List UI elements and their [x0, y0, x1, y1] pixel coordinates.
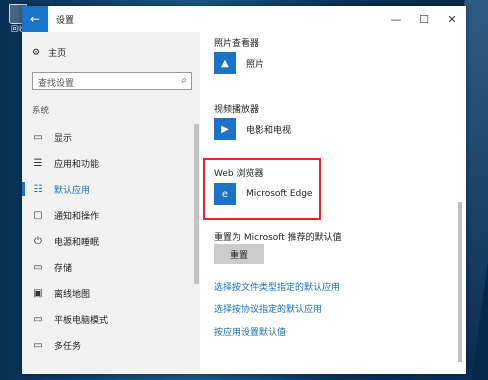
- sidebar-item-label: 平板电脑模式: [54, 315, 109, 326]
- list-icon: ☰: [33, 157, 43, 169]
- app-name: Microsoft Edge: [246, 189, 313, 199]
- sidebar-item-power-sleep[interactable]: ⏻ 电源和睡眠: [22, 228, 194, 254]
- app-name: 电影和电视: [246, 125, 292, 136]
- reset-button[interactable]: 重置: [214, 244, 264, 264]
- link-default-by-file-type[interactable]: 选择按文件类型指定的默认应用: [214, 280, 340, 293]
- arrow-left-icon: ←: [29, 12, 41, 26]
- sidebar-item-display[interactable]: ▭ 显示: [22, 124, 194, 150]
- maximize-button[interactable]: ☐: [410, 6, 438, 32]
- movies-tv-icon: ▶: [214, 118, 236, 140]
- map-icon: ▣: [33, 287, 43, 299]
- photo-viewer-app[interactable]: ▲ 照片: [214, 52, 264, 74]
- multitask-icon: ▭: [33, 339, 43, 351]
- close-button[interactable]: ✕: [438, 6, 466, 32]
- sidebar-item-label: 电源和睡眠: [54, 237, 100, 248]
- search-placeholder: 查找设置: [38, 79, 75, 89]
- video-player-app[interactable]: ▶ 电影和电视: [214, 118, 291, 140]
- search-input[interactable]: 查找设置 ⌕: [32, 72, 192, 90]
- sidebar-item-label: 显示: [54, 133, 73, 144]
- sidebar-item-label: 通知和操作: [54, 211, 100, 222]
- back-button[interactable]: ←: [22, 6, 48, 32]
- default-apps-icon: ☷: [33, 183, 43, 195]
- notification-icon: ▢: [33, 209, 43, 221]
- web-browser-app[interactable]: e Microsoft Edge: [214, 183, 312, 205]
- monitor-icon: ▭: [33, 131, 43, 143]
- sidebar-item-storage[interactable]: ▭ 存储: [22, 254, 194, 280]
- sidebar-item-label: 应用和功能: [54, 159, 100, 170]
- sidebar-item-tablet-mode[interactable]: ▭ 平板电脑模式: [22, 306, 194, 332]
- sidebar-item-label: 存储: [54, 263, 73, 274]
- sidebar-item-apps-features[interactable]: ☰ 应用和功能: [22, 150, 194, 176]
- section-heading: 系统: [32, 106, 50, 116]
- title-bar[interactable]: ← 设置 — ☐ ✕: [22, 6, 466, 32]
- maximize-icon: ☐: [419, 12, 429, 26]
- sidebar-item-notifications[interactable]: ▢ 通知和操作: [22, 202, 194, 228]
- power-icon: ⏻: [34, 235, 42, 247]
- window-title: 设置: [56, 16, 75, 26]
- app-name: 照片: [246, 59, 265, 70]
- minimize-icon: —: [390, 12, 402, 26]
- reset-heading: 重置为 Microsoft 推荐的默认值: [214, 233, 342, 243]
- video-player-heading: 视频播放器: [214, 105, 260, 115]
- sidebar-item-offline-maps[interactable]: ▣ 离线地图: [22, 280, 194, 306]
- sidebar-item-home[interactable]: ⚙ 主页: [32, 46, 67, 60]
- close-icon: ✕: [447, 12, 457, 26]
- gear-icon: ⚙: [32, 47, 41, 58]
- settings-window: ← 设置 — ☐ ✕ ⚙ 主页 查找设置 ⌕ 系统 ▭ 显示 ☰ 应用和功能 ☷…: [22, 6, 466, 374]
- sidebar: ⚙ 主页 查找设置 ⌕ 系统 ▭ 显示 ☰ 应用和功能 ☷ 默认应用 ▢ 通知和…: [22, 32, 200, 374]
- sidebar-item-multitasking[interactable]: ▭ 多任务: [22, 332, 194, 358]
- search-icon[interactable]: ⌕: [181, 75, 187, 86]
- sidebar-scrollbar[interactable]: [194, 124, 199, 284]
- edge-icon: e: [214, 183, 236, 205]
- link-set-defaults-by-app[interactable]: 按应用设置默认值: [214, 325, 286, 338]
- sidebar-item-label: 多任务: [54, 341, 82, 352]
- tablet-icon: ▭: [33, 313, 43, 325]
- sidebar-item-default-apps[interactable]: ☷ 默认应用: [22, 176, 194, 202]
- main-content: 照片查看器 ▲ 照片 视频播放器 ▶ 电影和电视 Web 浏览器 e Micro…: [200, 32, 466, 374]
- sidebar-item-label: 离线地图: [54, 289, 91, 300]
- storage-icon: ▭: [33, 261, 43, 273]
- web-browser-heading: Web 浏览器: [214, 169, 264, 179]
- photo-viewer-heading: 照片查看器: [214, 39, 260, 49]
- sidebar-item-label: 默认应用: [54, 185, 91, 196]
- link-default-by-protocol[interactable]: 选择按协议指定的默认应用: [214, 302, 322, 315]
- sidebar-item-label: 主页: [48, 49, 67, 59]
- main-scrollbar[interactable]: [458, 202, 462, 362]
- minimize-button[interactable]: —: [382, 6, 410, 32]
- photos-icon: ▲: [214, 52, 236, 74]
